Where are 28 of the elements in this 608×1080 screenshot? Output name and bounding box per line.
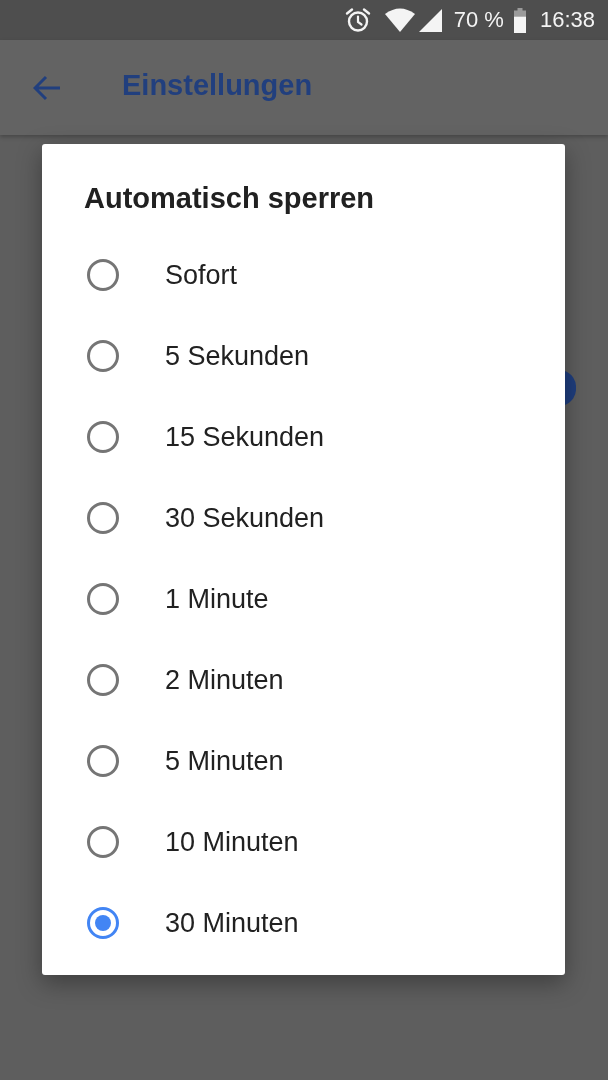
cell-signal-icon <box>418 8 442 32</box>
back-arrow-icon <box>33 74 61 101</box>
alarm-clock-icon <box>344 7 371 33</box>
option-label[interactable]: Sofort <box>165 257 238 292</box>
option-label[interactable]: 10 Minuten <box>165 824 299 859</box>
option-label[interactable]: 2 Minuten <box>165 662 284 697</box>
battery-icon <box>513 7 526 33</box>
app-bar-title: Einstellungen <box>122 69 313 102</box>
dialog-title: Automatisch sperren <box>84 181 375 216</box>
radio-button[interactable] <box>87 582 119 615</box>
radio-button[interactable] <box>87 339 119 372</box>
clock-time: 16:38 <box>539 7 595 33</box>
option-label[interactable]: 30 Minuten <box>165 905 299 940</box>
radio-button[interactable] <box>87 744 119 777</box>
toggle-thumb-icon <box>565 371 576 405</box>
battery-percentage: 70 % <box>453 7 504 33</box>
radio-button[interactable] <box>87 501 119 534</box>
option-label[interactable]: 30 Sekunden <box>165 500 325 535</box>
radio-button[interactable] <box>87 258 119 291</box>
radio-button[interactable] <box>87 825 119 858</box>
option-label[interactable]: 1 Minute <box>165 581 269 616</box>
radio-button[interactable] <box>87 906 119 939</box>
option-label[interactable]: 5 Sekunden <box>165 338 310 373</box>
option-label[interactable]: 5 Minuten <box>165 743 284 778</box>
option-label[interactable]: 15 Sekunden <box>165 419 325 454</box>
radio-button[interactable] <box>87 663 119 696</box>
wifi-icon <box>384 8 415 32</box>
radio-button[interactable] <box>87 420 119 453</box>
